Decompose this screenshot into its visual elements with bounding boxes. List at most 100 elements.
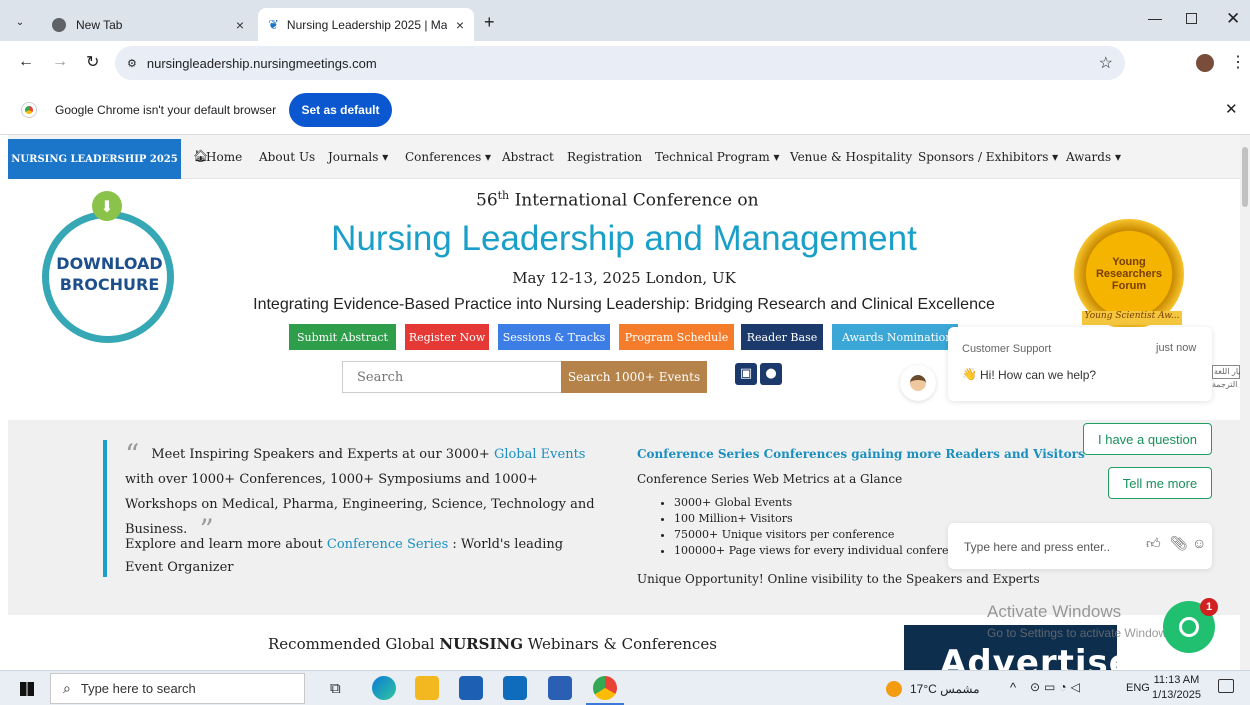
clock-time: 11:13 AM	[1153, 674, 1200, 686]
close-icon[interactable]: ×	[456, 17, 464, 33]
global-events-link[interactable]: Global Events	[494, 447, 586, 462]
nav-label: Sponsors / Exhibitors	[918, 150, 1049, 164]
android-app-icon[interactable]: ▣	[735, 363, 757, 385]
chat-bubble-icon	[1179, 617, 1199, 637]
restore-icon[interactable]	[1186, 13, 1197, 24]
recommended-after: Webinars & Conferences	[527, 635, 717, 653]
recommended-heading: Recommended Global NURSING Webinars & Co…	[268, 635, 717, 653]
badge-line2: Researchers	[1095, 268, 1163, 280]
nav-venue[interactable]: Venue & Hospitality	[790, 150, 912, 164]
wave-icon: 👋	[962, 367, 977, 381]
infobar-close-icon[interactable]: ✕	[1225, 100, 1238, 118]
chat-greeting: Hi! How can we help?	[980, 368, 1097, 382]
file-explorer-icon[interactable]	[415, 676, 439, 700]
chrome-favicon-icon	[52, 17, 66, 32]
nav-conferences[interactable]: Conferences ▾	[405, 150, 491, 164]
notification-icon[interactable]	[1218, 679, 1234, 693]
task-view-icon[interactable]: ⧉	[330, 680, 341, 697]
unread-count-badge: 1	[1200, 598, 1218, 616]
awards-nomination-button[interactable]: Awards Nomination	[832, 324, 958, 350]
taskbar-search-box[interactable]: ⌕ Type here to search	[50, 673, 305, 704]
clock[interactable]: 11:13 AM 1/13/2025	[1152, 673, 1201, 703]
sessions-tracks-button[interactable]: Sessions & Tracks	[498, 324, 610, 350]
conference-series-link[interactable]: Conference Series	[327, 537, 448, 552]
list-item: 3000+ Global Events	[674, 495, 968, 511]
nav-journals[interactable]: Journals ▾	[328, 150, 388, 164]
info-section: “ Meet Inspiring Speakers and Experts at …	[8, 420, 1240, 615]
forward-icon[interactable]: →	[52, 53, 68, 71]
tray-icons[interactable]: ⊙▭◔◁	[1030, 680, 1084, 694]
quote-text-after: with over 1000+ Conferences, 1000+ Sympo…	[125, 472, 595, 537]
metrics-footer: Unique Opportunity! Online visibility to…	[637, 572, 1040, 586]
search-events-button[interactable]: Search 1000+ Events	[561, 361, 707, 393]
site-info-icon[interactable]: ⚙	[127, 57, 137, 70]
submit-abstract-button[interactable]: Submit Abstract	[289, 324, 396, 350]
quote-open-mark: “	[125, 438, 140, 471]
advertise-text: Advertise	[940, 643, 1117, 670]
nav-registration[interactable]: Registration	[567, 150, 642, 164]
attach-icon[interactable]: 📎︎	[1170, 535, 1188, 552]
edition-line: 56th International Conference on	[476, 189, 759, 211]
menu-kebab-icon[interactable]: ⋮	[1230, 52, 1246, 72]
language-indicator[interactable]: ENG	[1126, 682, 1150, 694]
nav-awards[interactable]: Awards ▾	[1066, 150, 1121, 164]
emoji-icon[interactable]: ☺	[1192, 535, 1206, 551]
nav-technical-program[interactable]: Technical Program ▾	[655, 150, 780, 164]
nav-label: Awards	[1066, 150, 1112, 164]
thumbs-up-icon[interactable]: 👍︎	[1146, 535, 1161, 552]
scrollbar-thumb[interactable]	[1242, 147, 1248, 207]
quick-reply-tell-more[interactable]: Tell me more	[1108, 467, 1212, 499]
minimize-icon[interactable]: —	[1148, 10, 1162, 26]
profile-avatar[interactable]	[1196, 54, 1214, 72]
nav-abstract[interactable]: Abstract	[502, 150, 554, 164]
web-page: NURSING LEADERSHIP 2025 🏠︎ Home About Us…	[0, 135, 1240, 670]
nav-label: Technical Program	[655, 150, 770, 164]
close-icon[interactable]: ×	[236, 17, 244, 33]
program-schedule-button[interactable]: Program Schedule	[619, 324, 734, 350]
tab-new-tab[interactable]: New Tab ×	[42, 8, 254, 41]
metrics-subheading: Conference Series Web Metrics at a Glanc…	[637, 472, 903, 486]
chat-agent-name: Customer Support	[962, 343, 1052, 355]
conference-theme: Integrating Evidence-Based Practice into…	[253, 296, 995, 313]
nav-about-us[interactable]: About Us	[259, 150, 315, 164]
windows-start-icon[interactable]	[20, 682, 34, 696]
register-now-button[interactable]: Register Now	[405, 324, 489, 350]
new-tab-button[interactable]: +	[484, 12, 495, 33]
badge-line1: Young	[1112, 256, 1146, 268]
recommended-bold: NURSING	[439, 635, 524, 653]
conference-title: Nursing Leadership and Management	[331, 219, 917, 258]
weather-text[interactable]: 17°C مشمس	[910, 682, 980, 696]
chat-input-bar: Type here and press enter.. 👍︎ 📎︎ ☺	[948, 523, 1212, 569]
page-scrollbar[interactable]	[1240, 135, 1250, 670]
store-icon[interactable]	[459, 676, 483, 700]
reload-icon[interactable]: ↻	[86, 52, 99, 72]
word-icon[interactable]	[548, 676, 572, 700]
bookmark-star-icon[interactable]: ☆	[1099, 53, 1113, 73]
apple-app-icon[interactable]: ●	[760, 363, 782, 385]
nav-sponsors[interactable]: Sponsors / Exhibitors ▾	[918, 150, 1058, 164]
tray-chevron-icon[interactable]: ^	[1010, 680, 1016, 695]
chrome-taskbar-icon[interactable]	[593, 676, 617, 700]
recommended-before: Recommended Global	[268, 635, 435, 653]
chat-input[interactable]: Type here and press enter..	[964, 540, 1110, 554]
back-icon[interactable]: ←	[18, 53, 34, 71]
address-bar[interactable]: ⚙ nursingleadership.nursingmeetings.com …	[115, 46, 1125, 80]
event-search-input[interactable]	[342, 361, 562, 393]
list-item: 100 Million+ Visitors	[674, 511, 968, 527]
nav-home[interactable]: Home	[206, 150, 242, 164]
set-default-button[interactable]: Set as default	[289, 93, 392, 127]
translate-select[interactable]: اختيار اللغة	[1212, 365, 1240, 379]
weather-sun-icon[interactable]	[886, 681, 902, 697]
tab-search-button[interactable]: ⌄	[8, 10, 32, 34]
reader-base-button[interactable]: Reader Base	[741, 324, 823, 350]
clock-date: 1/13/2025	[1152, 689, 1201, 701]
quick-reply-question[interactable]: I have a question	[1083, 423, 1212, 455]
metrics-heading: Conference Series Conferences gaining mo…	[637, 447, 1085, 461]
edge-icon[interactable]	[372, 676, 396, 700]
tab-nursing-leadership[interactable]: ❦ Nursing Leadership 2025 | May ×	[258, 8, 474, 41]
outlook-icon[interactable]	[503, 676, 527, 700]
chrome-logo-icon	[22, 103, 36, 117]
site-brand[interactable]: NURSING LEADERSHIP 2025	[8, 139, 181, 179]
translate-widget[interactable]: اختيار اللغة تدعمه الترجمة	[1212, 365, 1240, 391]
window-close-icon[interactable]: ✕	[1226, 9, 1240, 29]
